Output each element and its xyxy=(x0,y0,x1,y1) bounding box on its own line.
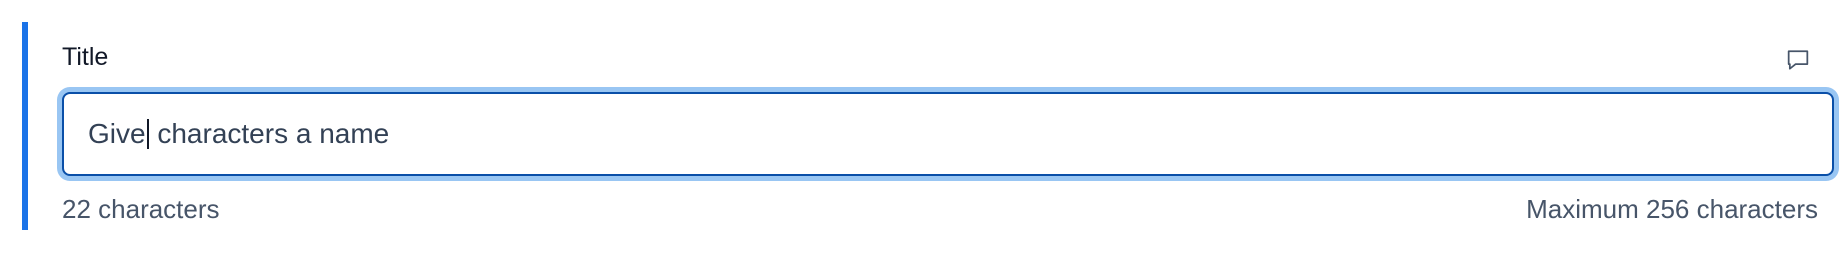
input-value-end: characters a name xyxy=(149,118,390,149)
input-value-start: Give xyxy=(88,118,146,149)
field-label: Title xyxy=(62,43,109,71)
comment-icon xyxy=(1787,50,1809,70)
comment-button[interactable] xyxy=(1778,40,1818,80)
title-field: Title Give characters a name 22 characte… xyxy=(22,22,1834,230)
title-input[interactable]: Give characters a name xyxy=(62,92,1834,176)
max-characters: Maximum 256 characters xyxy=(1526,194,1818,224)
character-count: 22 characters xyxy=(62,194,220,224)
text-caret xyxy=(146,119,149,149)
